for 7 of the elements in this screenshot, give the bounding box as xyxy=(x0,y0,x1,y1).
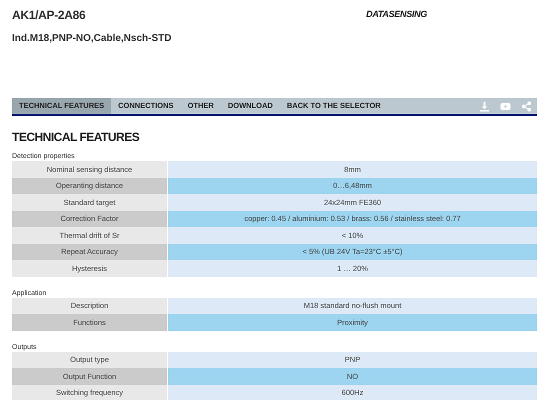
share-icon[interactable] xyxy=(521,100,532,112)
download-icon[interactable] xyxy=(479,100,490,112)
product-description: Ind.M18,PNP-NO,Cable,Nsch-STD xyxy=(12,32,172,46)
video-icon[interactable] xyxy=(500,100,511,112)
product-code: AK1/AP-2A86 xyxy=(12,7,86,24)
section-heading: TECHNICAL FEATURES xyxy=(12,129,140,146)
brand-logo: DATASENSING xyxy=(366,8,427,21)
